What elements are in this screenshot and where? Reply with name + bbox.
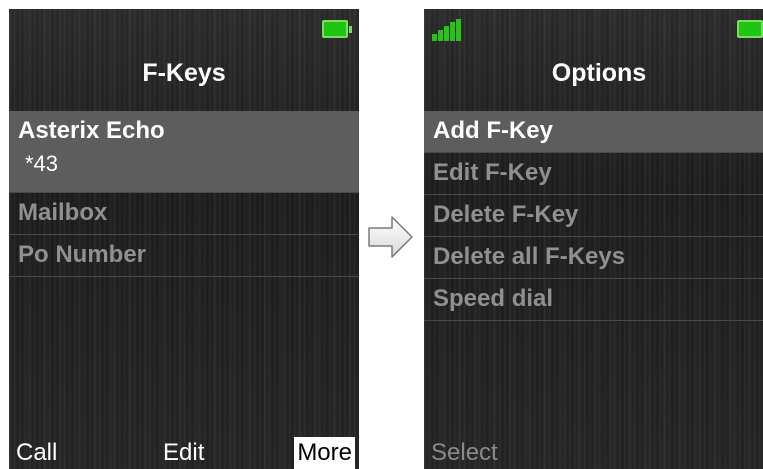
option-label: Edit F-Key [433, 159, 552, 186]
fkey-item-mailbox[interactable]: Mailbox [9, 193, 359, 235]
fkey-item-label: Po Number [18, 241, 147, 268]
softkey-bar: Select [424, 433, 763, 469]
option-edit-fkey[interactable]: Edit F-Key [424, 153, 763, 195]
option-speed-dial[interactable]: Speed dial [424, 279, 763, 321]
battery-full-icon [322, 20, 352, 38]
fkey-item-label: Mailbox [18, 199, 108, 226]
softkey-bar: Call Edit More [9, 433, 359, 469]
option-label: Delete F-Key [433, 201, 579, 228]
call-softkey[interactable]: Call [16, 437, 57, 469]
fkeys-screen: F-Keys Asterix Echo *43 Mailbox Po Numbe… [9, 9, 359, 469]
option-delete-fkey[interactable]: Delete F-Key [424, 195, 763, 237]
options-list: Add F-Key Edit F-Key Delete F-Key Delete… [424, 111, 763, 321]
battery-full-icon [737, 20, 763, 38]
right-arrow-icon [368, 216, 413, 258]
select-softkey[interactable]: Select [431, 437, 498, 469]
fkey-item-asterix-echo[interactable]: Asterix Echo *43 [9, 111, 359, 193]
fkeys-list: Asterix Echo *43 Mailbox Po Number [9, 111, 359, 277]
page-title: Options [551, 59, 647, 87]
more-softkey[interactable]: More [294, 437, 355, 469]
option-label: Speed dial [433, 285, 554, 312]
options-screen: Options Add F-Key Edit F-Key Delete F-Ke… [424, 9, 763, 469]
fkey-item-po-number[interactable]: Po Number [9, 235, 359, 277]
option-delete-all-fkeys[interactable]: Delete all F-Keys [424, 237, 763, 279]
signal-strength-icon [432, 19, 466, 41]
option-label: Add F-Key [433, 117, 553, 144]
option-label: Delete all F-Keys [433, 243, 626, 270]
page-title: F-Keys [142, 59, 226, 87]
edit-softkey[interactable]: Edit [163, 437, 204, 469]
option-add-fkey[interactable]: Add F-Key [424, 111, 763, 153]
fkey-item-label: Asterix Echo [18, 117, 165, 144]
fkey-item-number: *43 [25, 151, 59, 176]
